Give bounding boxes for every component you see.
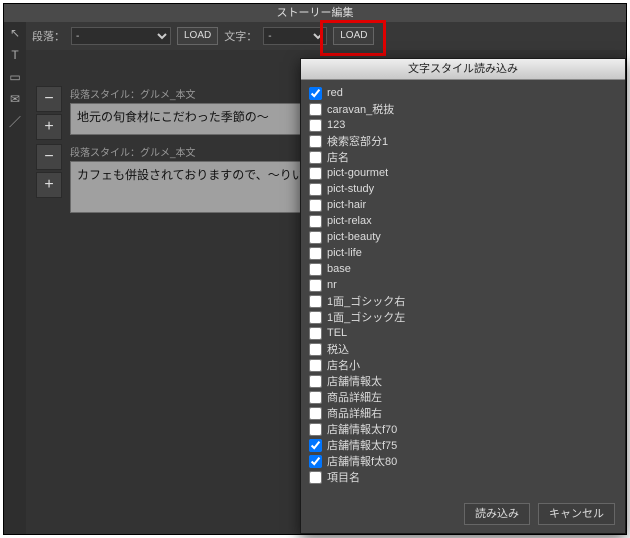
style-checkbox[interactable]: [309, 327, 322, 340]
char-style-select[interactable]: -: [263, 27, 327, 45]
style-list-item[interactable]: 税込: [309, 341, 617, 357]
remove-button[interactable]: −: [36, 144, 62, 170]
style-checkbox[interactable]: [309, 471, 322, 484]
style-list-item[interactable]: pict-gourmet: [309, 165, 617, 181]
para-load-button[interactable]: LOAD: [177, 27, 218, 45]
style-checkbox[interactable]: [309, 215, 322, 228]
style-item-label: pict-life: [327, 247, 362, 259]
style-checkbox[interactable]: [309, 439, 322, 452]
char-load-button[interactable]: LOAD: [333, 27, 374, 45]
style-list-item[interactable]: 店舗情報f太80: [309, 453, 617, 469]
style-item-label: 1面_ゴシック右: [327, 293, 405, 309]
style-item-label: base: [327, 263, 351, 275]
style-item-label: TEL: [327, 327, 347, 339]
style-item-label: 税込: [327, 341, 349, 357]
mail-tool-icon[interactable]: ✉: [4, 88, 26, 110]
style-list-item[interactable]: 1面_ゴシック左: [309, 309, 617, 325]
style-checkbox[interactable]: [309, 343, 322, 356]
style-list-item[interactable]: pict-relax: [309, 213, 617, 229]
rect-tool-icon[interactable]: ▭: [4, 66, 26, 88]
style-item-label: pict-study: [327, 183, 374, 195]
style-checkbox[interactable]: [309, 391, 322, 404]
style-toolbar: 段落： - LOAD 文字： - LOAD: [26, 22, 626, 50]
style-checkbox[interactable]: [309, 183, 322, 196]
style-checkbox[interactable]: [309, 455, 322, 468]
style-checkbox[interactable]: [309, 279, 322, 292]
style-item-label: pict-beauty: [327, 231, 381, 243]
remove-button[interactable]: −: [36, 86, 62, 112]
style-list-item[interactable]: pict-hair: [309, 197, 617, 213]
para-style-select[interactable]: -: [71, 27, 171, 45]
style-list-item[interactable]: nr: [309, 277, 617, 293]
style-list-item[interactable]: caravan_税抜: [309, 101, 617, 117]
line-tool-icon[interactable]: ／: [4, 110, 26, 132]
style-checkbox[interactable]: [309, 423, 322, 436]
window-title: ストーリー編集: [4, 4, 626, 22]
dialog-title: 文字スタイル読み込み: [301, 59, 625, 80]
style-list-item[interactable]: 123: [309, 117, 617, 133]
style-checkbox[interactable]: [309, 247, 322, 260]
style-list-item[interactable]: 店舗情報太f70: [309, 421, 617, 437]
style-checkbox[interactable]: [309, 375, 322, 388]
style-item-label: 商品詳細右: [327, 405, 382, 421]
tool-rail: ↖ T ▭ ✉ ／: [4, 22, 27, 534]
style-item-label: 項目名: [327, 469, 360, 485]
style-list-item[interactable]: 1面_ゴシック右: [309, 293, 617, 309]
style-checkbox[interactable]: [309, 407, 322, 420]
style-list-item[interactable]: 店舗情報太: [309, 373, 617, 389]
style-list[interactable]: red caravan_税抜 123 検索窓部分1店名 pict-gourmet pict…: [309, 85, 617, 493]
cursor-icon[interactable]: ↖: [4, 22, 26, 44]
add-button[interactable]: +: [36, 114, 62, 140]
style-list-item[interactable]: TEL: [309, 325, 617, 341]
style-checkbox[interactable]: [309, 119, 322, 132]
style-item-label: 店舗情報太f70: [327, 421, 397, 437]
style-list-item[interactable]: 店舗情報太f75: [309, 437, 617, 453]
style-checkbox[interactable]: [309, 311, 322, 324]
dialog-ok-button[interactable]: 読み込み: [464, 503, 530, 525]
style-list-item[interactable]: 店名: [309, 149, 617, 165]
style-list-item[interactable]: 商品詳細左: [309, 389, 617, 405]
text-tool-icon[interactable]: T: [4, 44, 26, 66]
style-item-label: pict-gourmet: [327, 167, 388, 179]
style-checkbox[interactable]: [309, 295, 322, 308]
style-checkbox[interactable]: [309, 87, 322, 100]
style-item-label: nr: [327, 279, 337, 291]
style-list-item[interactable]: red: [309, 85, 617, 101]
style-checkbox[interactable]: [309, 359, 322, 372]
style-checkbox[interactable]: [309, 103, 322, 116]
style-item-label: 検索窓部分1: [327, 133, 388, 149]
style-item-label: caravan_税抜: [327, 101, 394, 117]
style-item-label: red: [327, 87, 343, 99]
style-list-item[interactable]: 検索窓部分1: [309, 133, 617, 149]
style-item-label: 店舗情報太f75: [327, 437, 397, 453]
style-list-item[interactable]: 商品詳細右: [309, 405, 617, 421]
style-item-label: 123: [327, 119, 345, 131]
style-list-item[interactable]: pict-study: [309, 181, 617, 197]
style-checkbox[interactable]: [309, 135, 322, 148]
style-item-label: pict-hair: [327, 199, 366, 211]
dialog-cancel-button[interactable]: キャンセル: [538, 503, 615, 525]
style-list-item[interactable]: 店名小: [309, 357, 617, 373]
style-item-label: 店舗情報太: [327, 373, 382, 389]
para-label: 段落：: [32, 28, 65, 44]
style-item-label: 店名小: [327, 357, 360, 373]
style-item-label: 商品詳細左: [327, 389, 382, 405]
style-item-label: 店舗情報f太80: [327, 453, 397, 469]
style-checkbox[interactable]: [309, 151, 322, 164]
style-item-label: 店名: [327, 149, 349, 165]
add-button[interactable]: +: [36, 172, 62, 198]
style-checkbox[interactable]: [309, 231, 322, 244]
style-checkbox[interactable]: [309, 263, 322, 276]
style-checkbox[interactable]: [309, 199, 322, 212]
char-style-load-dialog: 文字スタイル読み込み red caravan_税抜 123 検索窓部分1店名 pict-…: [300, 58, 626, 534]
style-list-item[interactable]: 項目名: [309, 469, 617, 485]
style-item-label: pict-relax: [327, 215, 372, 227]
char-label: 文字：: [224, 28, 257, 44]
style-item-label: 1面_ゴシック左: [327, 309, 405, 325]
style-list-item[interactable]: pict-beauty: [309, 229, 617, 245]
style-checkbox[interactable]: [309, 167, 322, 180]
app-window: ストーリー編集 ↖ T ▭ ✉ ／ 段落： - LOAD 文字： - LOAD …: [3, 3, 627, 535]
style-list-item[interactable]: base: [309, 261, 617, 277]
style-list-item[interactable]: pict-life: [309, 245, 617, 261]
